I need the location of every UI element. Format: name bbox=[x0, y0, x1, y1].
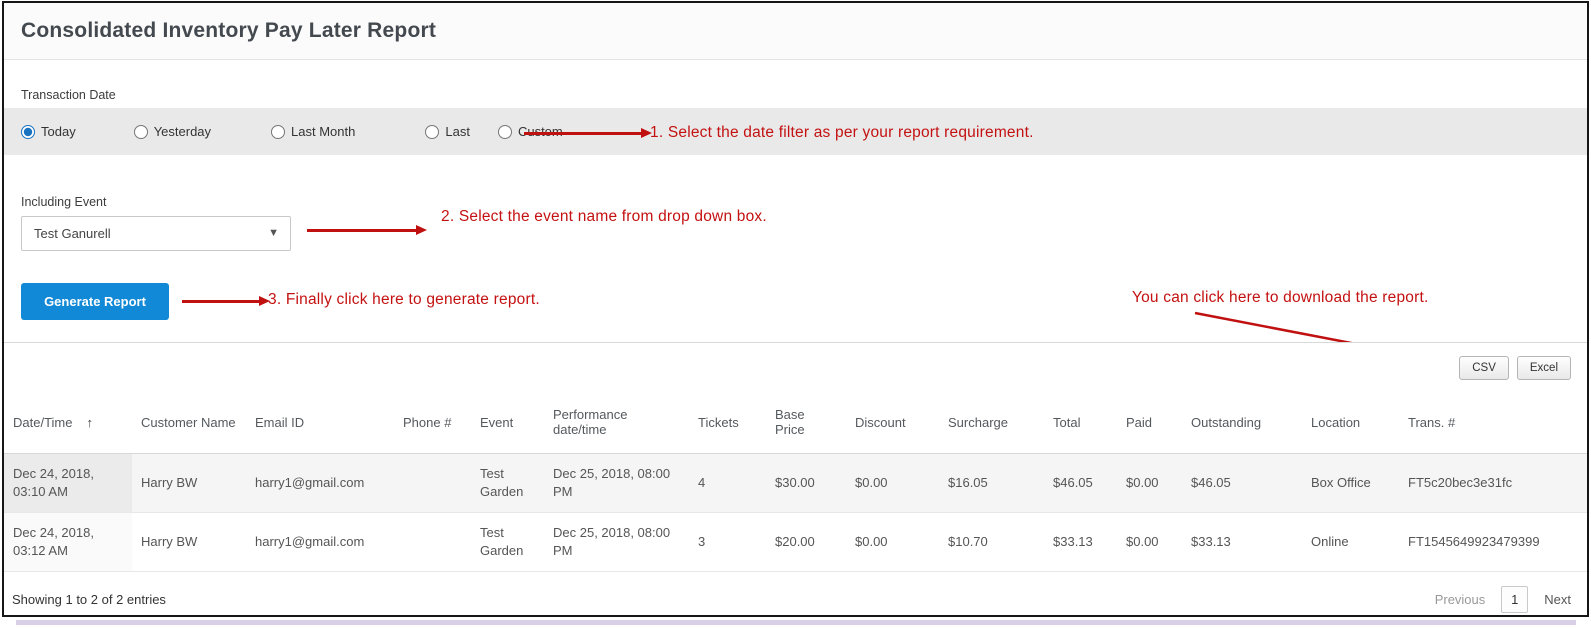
export-buttons: CSV Excel bbox=[1459, 356, 1571, 380]
table-cell: harry1@gmail.com bbox=[246, 453, 394, 513]
table-footer: Showing 1 to 2 of 2 entries Previous 1 N… bbox=[4, 572, 1587, 615]
report-window: Consolidated Inventory Pay Later Report … bbox=[2, 1, 1589, 617]
report-table-section: CSV Excel Date/Time ↑ Customer Name Email I… bbox=[4, 342, 1587, 615]
table-cell: $0.00 bbox=[846, 453, 939, 513]
table-cell: 4 bbox=[689, 453, 766, 513]
annotation-download: You can click here to download the repor… bbox=[1132, 289, 1429, 306]
generate-report-button[interactable]: Generate Report bbox=[21, 283, 169, 320]
table-cell bbox=[394, 453, 471, 513]
event-dropdown[interactable]: Test Ganurell ▼ bbox=[21, 216, 291, 251]
next-page-button[interactable]: Next bbox=[1544, 592, 1571, 607]
table-body: Dec 24, 2018, 03:10 AM Harry BW harry1@gma… bbox=[4, 453, 1587, 572]
radio-label: Last bbox=[445, 124, 470, 139]
radio-label: Yesterday bbox=[153, 124, 212, 139]
column-header[interactable]: Date/Time ↑ bbox=[4, 391, 132, 454]
table-cell: $33.13 bbox=[1044, 512, 1117, 572]
column-header[interactable]: Location bbox=[1302, 391, 1399, 454]
column-header[interactable]: Event bbox=[471, 391, 544, 454]
chevron-down-icon: ▼ bbox=[268, 227, 279, 239]
table-cell: $0.00 bbox=[1117, 512, 1182, 572]
table-cell: Harry BW bbox=[132, 453, 246, 513]
table-cell: $46.05 bbox=[1182, 453, 1302, 513]
column-header[interactable]: Paid bbox=[1117, 391, 1182, 454]
table-row: Dec 24, 2018, 03:12 AM Harry BW harry1@gma… bbox=[4, 512, 1587, 572]
annotation-step3: 3. Finally click here to generate report… bbox=[268, 291, 540, 308]
column-header[interactable]: Surcharge bbox=[939, 391, 1044, 454]
radio-label: Last Month bbox=[291, 124, 356, 139]
table-cell: $46.05 bbox=[1044, 453, 1117, 513]
column-header[interactable]: Base Price bbox=[766, 391, 846, 454]
report-table: Date/Time ↑ Customer Name Email ID Phone # Ev… bbox=[4, 391, 1587, 572]
column-header[interactable]: Email ID bbox=[246, 391, 394, 454]
radio-input[interactable] bbox=[133, 124, 148, 139]
table-row: Dec 24, 2018, 03:10 AM Harry BW harry1@gma… bbox=[4, 453, 1587, 513]
including-event-label: Including Event bbox=[21, 195, 107, 209]
radio-input[interactable] bbox=[271, 124, 286, 139]
table-cell: $10.70 bbox=[939, 512, 1044, 572]
column-header[interactable]: Total bbox=[1044, 391, 1117, 454]
table-cell: Dec 25, 2018, 08:00 PM bbox=[544, 512, 689, 572]
table-cell: FT1545649923479399 bbox=[1399, 512, 1587, 572]
table-cell: $20.00 bbox=[766, 512, 846, 572]
radio-label: Today bbox=[41, 124, 76, 139]
table-cell: $16.05 bbox=[939, 453, 1044, 513]
table-toolbar: CSV Excel bbox=[4, 343, 1587, 391]
table-cell: Online bbox=[1302, 512, 1399, 572]
column-header[interactable]: Tickets bbox=[689, 391, 766, 454]
bottom-strip bbox=[15, 620, 1576, 625]
radio-input[interactable] bbox=[425, 124, 440, 139]
event-dropdown-value: Test Ganurell bbox=[34, 226, 111, 241]
annotation-step2: 2. Select the event name from drop down … bbox=[441, 208, 767, 225]
transaction-date-label: Transaction Date bbox=[21, 88, 116, 102]
annotation-arrow-2 bbox=[307, 225, 427, 234]
table-cell: Dec 24, 2018, 03:10 AM bbox=[4, 453, 132, 513]
page-header: Consolidated Inventory Pay Later Report bbox=[4, 3, 1587, 60]
table-header-row: Date/Time ↑ Customer Name Email ID Phone # Ev… bbox=[4, 391, 1587, 454]
table-cell: Dec 25, 2018, 08:00 PM bbox=[544, 453, 689, 513]
radio-option-last-month[interactable]: Last Month bbox=[271, 124, 355, 139]
table-cell: harry1@gmail.com bbox=[246, 512, 394, 572]
previous-page-button[interactable]: Previous bbox=[1435, 592, 1486, 607]
csv-button[interactable]: CSV bbox=[1459, 356, 1509, 380]
table-cell: $0.00 bbox=[1117, 453, 1182, 513]
column-header[interactable]: Outstanding bbox=[1182, 391, 1302, 454]
radio-input[interactable] bbox=[21, 124, 35, 139]
radio-input[interactable] bbox=[497, 124, 512, 139]
table-cell: $30.00 bbox=[766, 453, 846, 513]
column-header[interactable]: Trans. # bbox=[1399, 391, 1587, 454]
annotation-arrow-3 bbox=[182, 296, 270, 305]
excel-button[interactable]: Excel bbox=[1516, 356, 1571, 380]
radio-option-last[interactable]: Last bbox=[425, 124, 470, 139]
table-cell: Test Garden bbox=[471, 512, 544, 572]
table-cell: FT5c20bec3e31fc bbox=[1399, 453, 1587, 513]
column-header[interactable]: Customer Name bbox=[132, 391, 246, 454]
entries-summary: Showing 1 to 2 of 2 entries bbox=[12, 592, 166, 607]
table-cell: $0.00 bbox=[846, 512, 939, 572]
page-number-button[interactable]: 1 bbox=[1501, 586, 1529, 613]
table-cell: Box Office bbox=[1302, 453, 1399, 513]
column-header[interactable]: Phone # bbox=[394, 391, 471, 454]
radio-option-today[interactable]: Today bbox=[21, 124, 76, 139]
annotation-step1: 1. Select the date filter as per your re… bbox=[650, 124, 1034, 141]
table-cell: $33.13 bbox=[1182, 512, 1302, 572]
table-cell: Harry BW bbox=[132, 512, 246, 572]
page-title: Consolidated Inventory Pay Later Report bbox=[21, 19, 437, 42]
column-header[interactable]: Discount bbox=[846, 391, 939, 454]
table-cell: Dec 24, 2018, 03:12 AM bbox=[4, 512, 132, 572]
sort-asc-icon: ↑ bbox=[86, 414, 93, 430]
table-cell bbox=[394, 512, 471, 572]
radio-option-yesterday[interactable]: Yesterday bbox=[133, 124, 212, 139]
annotation-arrow-1 bbox=[524, 128, 652, 137]
pagination: Previous 1 Next bbox=[1435, 586, 1571, 613]
table-cell: 3 bbox=[689, 512, 766, 572]
table-cell: Test Garden bbox=[471, 453, 544, 513]
column-header[interactable]: Performance date/time bbox=[544, 391, 689, 454]
